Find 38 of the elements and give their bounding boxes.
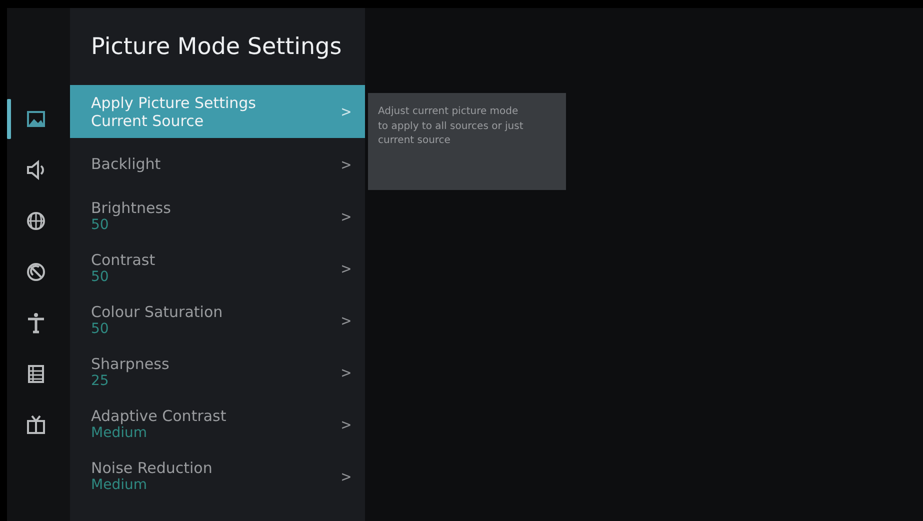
item-label: Apply Picture Settings — [91, 94, 256, 112]
chevron-icon: > — [341, 206, 351, 226]
chevron-icon: > — [341, 466, 351, 486]
dish-icon[interactable] — [25, 260, 47, 282]
chevron-icon: > — [341, 310, 351, 330]
item-value: 25 — [91, 373, 109, 389]
item-value: 50 — [91, 321, 109, 337]
menu-item[interactable]: Adaptive Contrast Medium > — [70, 398, 365, 450]
item-label: Contrast — [91, 251, 156, 269]
menu-item[interactable]: Contrast 50 > — [70, 242, 365, 294]
item-value: Medium — [91, 425, 147, 441]
figure-icon[interactable] — [25, 312, 47, 334]
chevron-icon: > — [341, 414, 351, 434]
menu-item[interactable]: Backlight > — [70, 138, 365, 190]
list-icon[interactable] — [25, 362, 47, 384]
item-value: 50 — [91, 269, 109, 285]
menu-item[interactable]: Brightness 50 > — [70, 190, 365, 242]
item-value: Medium — [91, 477, 147, 493]
item-label: Sharpness — [91, 355, 170, 373]
chevron-icon: > — [341, 102, 351, 121]
item-value: 50 — [91, 217, 109, 233]
item-label: Noise Reduction — [91, 459, 212, 477]
help-tooltip: Adjust current picture mode to apply to all sources or just current source — [368, 93, 566, 190]
speaker-icon[interactable] — [25, 158, 47, 180]
item-value: Current Source — [91, 112, 204, 130]
tv-icon[interactable] — [25, 414, 47, 436]
menu-item[interactable]: Sharpness 25 > — [70, 346, 365, 398]
item-label: Brightness — [91, 199, 171, 217]
menu-title: Picture Mode Settings — [90, 33, 343, 62]
menu-item[interactable]: Noise Reduction Medium > — [70, 450, 365, 502]
item-label: Adaptive Contrast — [91, 407, 226, 425]
item-label: Colour Saturation — [91, 303, 223, 321]
chevron-icon: > — [341, 258, 351, 278]
chevron-icon: > — [341, 362, 351, 382]
chevron-icon: > — [341, 154, 351, 174]
menu-item[interactable]: Colour Saturation 50 > — [70, 294, 365, 346]
item-label: Backlight — [91, 155, 161, 173]
globe-icon[interactable] — [25, 210, 47, 232]
